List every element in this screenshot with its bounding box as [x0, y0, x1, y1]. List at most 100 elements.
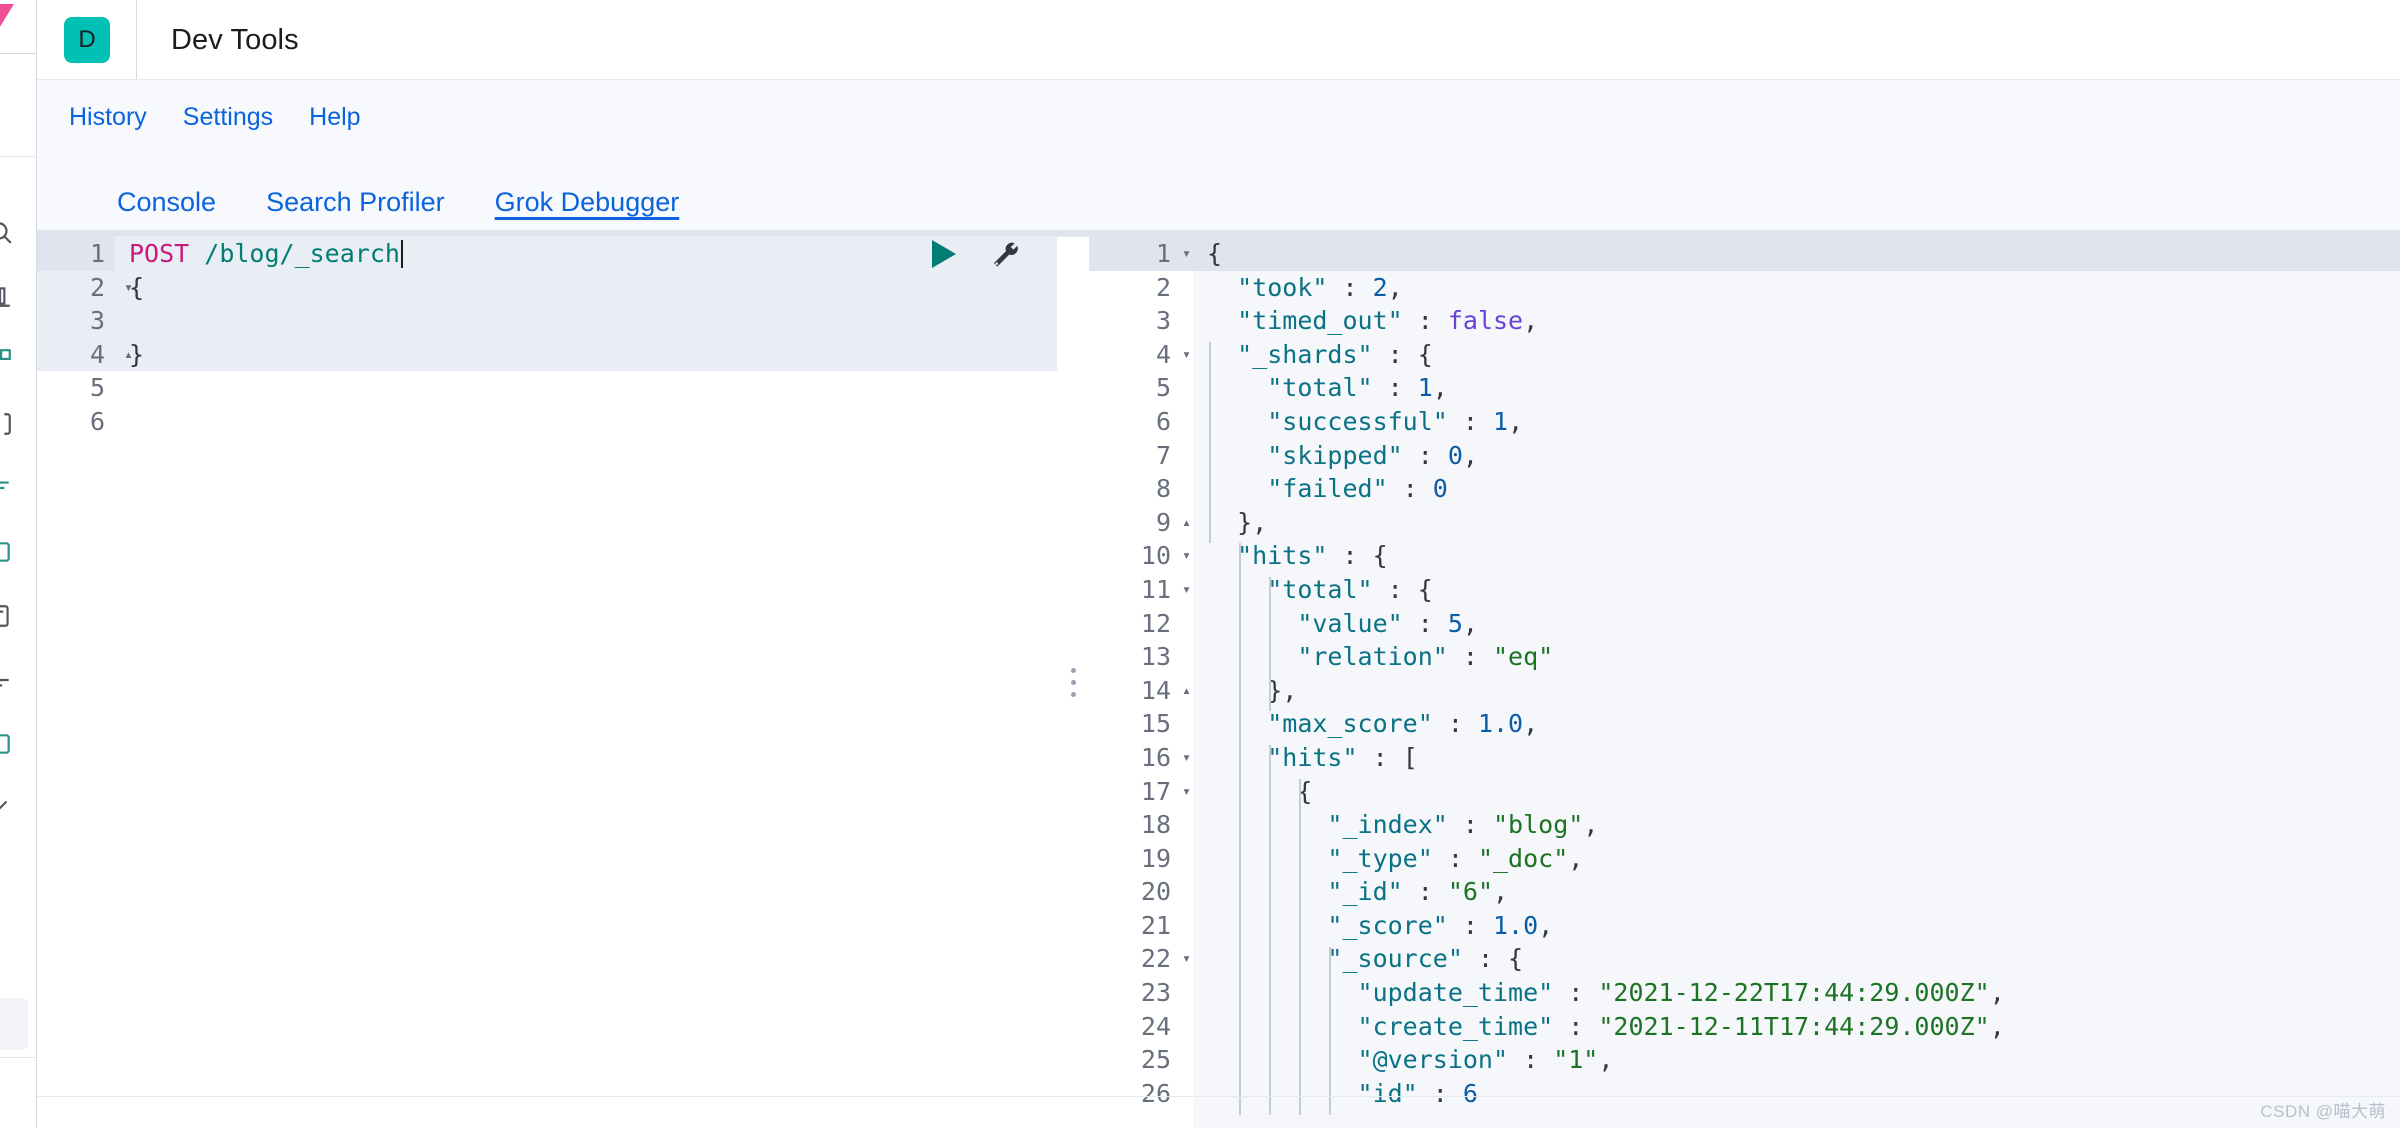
fold-down-icon[interactable]: ▾	[1173, 942, 1191, 976]
response-gutter[interactable]: 1 ▾ 2 3 4 ▾ 5 6 7 8 9 ▴ 10 ▾ 11 ▾ 12 13 14 ▴ 15 16 ▾ 17 ▾ 18 19 20 2…	[1089, 237, 1193, 1110]
gutter-line[interactable]: 7	[1089, 439, 1193, 473]
fold-down-icon[interactable]: ▾	[1173, 573, 1191, 607]
indent-guide	[1329, 946, 1332, 1115]
fold-down-icon[interactable]: ▾	[1173, 539, 1191, 573]
rail-collapse-button[interactable]	[0, 998, 28, 1050]
code-line	[129, 371, 403, 405]
json-value: "_doc"	[1477, 843, 1569, 873]
rail-item-dashboard[interactable]	[0, 328, 37, 392]
code-line: "skipped" : 0,	[1207, 439, 2005, 473]
code-text: {	[129, 272, 145, 302]
gutter-line[interactable]: 3	[1089, 304, 1193, 338]
code-line: "_id" : "6",	[1207, 875, 2005, 909]
fold-up-icon[interactable]: ▴	[1173, 674, 1191, 708]
gutter-line[interactable]: 20	[1089, 875, 1193, 909]
fold-down-icon[interactable]: ▾	[1173, 237, 1191, 271]
json-value: {	[1417, 339, 1433, 369]
rail-item-canvas[interactable]	[0, 392, 37, 456]
code-line	[129, 405, 403, 439]
gutter-line[interactable]: 4 ▴	[37, 338, 133, 372]
gutter-line[interactable]: 26	[1089, 1077, 1193, 1111]
gutter-line[interactable]: 15	[1089, 707, 1193, 741]
request-editor[interactable]: 1 2 ▾ 3 4 ▴ 5 6 POST /blog/_search{ }	[37, 237, 1057, 1128]
gutter-line[interactable]: 4 ▾	[1089, 338, 1193, 372]
rail-item-dev-tools[interactable]	[0, 712, 37, 776]
rail-item-maps[interactable]	[0, 456, 37, 520]
tab-console[interactable]: Console	[92, 189, 242, 236]
rail-item-logs[interactable]	[0, 648, 37, 712]
json-colon: :	[1402, 608, 1448, 638]
gutter-line[interactable]: 23	[1089, 976, 1193, 1010]
json-key: "@version"	[1357, 1045, 1509, 1075]
gutter-line[interactable]: 24	[1089, 1010, 1193, 1044]
gutter-line[interactable]: 8	[1089, 472, 1193, 506]
gutter-line[interactable]: 18	[1089, 808, 1193, 842]
json-key: "hits"	[1237, 541, 1328, 571]
app-header: D Dev Tools	[37, 0, 2400, 80]
watermark: CSDN @喵大萌	[2260, 1102, 2386, 1121]
gutter-line[interactable]: 12	[1089, 607, 1193, 641]
tab-grok-debugger[interactable]: Grok Debugger	[470, 189, 705, 236]
gutter-line[interactable]: 6	[37, 405, 115, 439]
gutter-line[interactable]: 2	[1089, 271, 1193, 305]
gutter-line[interactable]: 25	[1089, 1043, 1193, 1077]
splitter-grip-icon	[1070, 668, 1076, 697]
gutter-line[interactable]: 5	[1089, 371, 1193, 405]
gutter-line[interactable]: 2 ▾	[37, 271, 133, 305]
subnav-item-history[interactable]: History	[69, 103, 147, 132]
response-editor[interactable]: 1 ▾ 2 3 4 ▾ 5 6 7 8 9 ▴ 10 ▾ 11 ▾ 12 13 14 ▴ 15 16 ▾ 17 ▾ 18 19 20 2…	[1089, 237, 2400, 1128]
json-key: "_id"	[1327, 877, 1403, 907]
request-gutter[interactable]: 1 2 ▾ 3 4 ▴ 5 6	[37, 237, 133, 439]
gutter-line[interactable]: 17 ▾	[1089, 775, 1193, 809]
gutter-line[interactable]: 16 ▾	[1089, 741, 1193, 775]
json-key: "_source"	[1327, 944, 1463, 974]
rail-item-machine-learning[interactable]	[0, 520, 37, 584]
code-line: "timed_out" : false,	[1207, 304, 2005, 338]
rail-item-management[interactable]	[0, 776, 37, 840]
subnav-item-settings[interactable]: Settings	[183, 103, 273, 132]
json-value: 2	[1372, 272, 1388, 302]
gutter-line[interactable]: 14 ▴	[1089, 674, 1193, 708]
json-key: "total"	[1267, 373, 1373, 403]
gutter-line[interactable]: 10 ▾	[1089, 539, 1193, 573]
code-line: "create_time" : "2021-12-11T17:44:29.000…	[1207, 1010, 2005, 1044]
gutter-line[interactable]: 13	[1089, 640, 1193, 674]
fold-down-icon[interactable]: ▾	[1173, 775, 1191, 809]
wrench-icon[interactable]	[989, 239, 1019, 269]
subnav-item-help[interactable]: Help	[309, 103, 360, 132]
gutter-line[interactable]: 22 ▾	[1089, 942, 1193, 976]
rail-item-apm[interactable]	[0, 584, 37, 648]
gutter-line[interactable]: 1	[37, 237, 115, 271]
json-value: "eq"	[1492, 642, 1554, 672]
json-key: "_shards"	[1237, 339, 1373, 369]
gutter-line[interactable]: 6	[1089, 405, 1193, 439]
kibana-logo-icon[interactable]	[0, 4, 18, 44]
pane-splitter[interactable]	[1057, 237, 1089, 1128]
rail-item-discover[interactable]	[0, 200, 37, 264]
play-icon[interactable]	[929, 238, 959, 270]
gutter-line[interactable]: 1 ▾	[1089, 237, 1193, 271]
gutter-line[interactable]: 9 ▴	[1089, 506, 1193, 540]
gutter-line[interactable]: 19	[1089, 842, 1193, 876]
request-code[interactable]: POST /blog/_search{ }	[129, 237, 403, 1128]
json-colon: :	[1553, 978, 1599, 1008]
fold-up-icon[interactable]: ▴	[1173, 506, 1191, 540]
gutter-line[interactable]: 11 ▾	[1089, 573, 1193, 607]
code-line: "value" : 5,	[1207, 607, 2005, 641]
tab-search-profiler[interactable]: Search Profiler	[241, 189, 470, 236]
json-value: 6	[1462, 1078, 1478, 1108]
fold-down-icon[interactable]: ▾	[1173, 338, 1191, 372]
global-nav-rail	[0, 0, 37, 1128]
json-colon: :	[1417, 1078, 1463, 1108]
json-colon: :	[1447, 910, 1493, 940]
gutter-line[interactable]: 5	[37, 371, 115, 405]
json-colon: :	[1372, 373, 1418, 403]
response-code[interactable]: { "took" : 2, "timed_out" : false, "_sha…	[1207, 237, 2005, 1128]
json-colon: :	[1447, 810, 1493, 840]
fold-down-icon[interactable]: ▾	[1173, 741, 1191, 775]
rail-item-visualize[interactable]	[0, 264, 37, 328]
gutter-line[interactable]: 21	[1089, 909, 1193, 943]
gutter-line[interactable]: 3	[37, 304, 115, 338]
